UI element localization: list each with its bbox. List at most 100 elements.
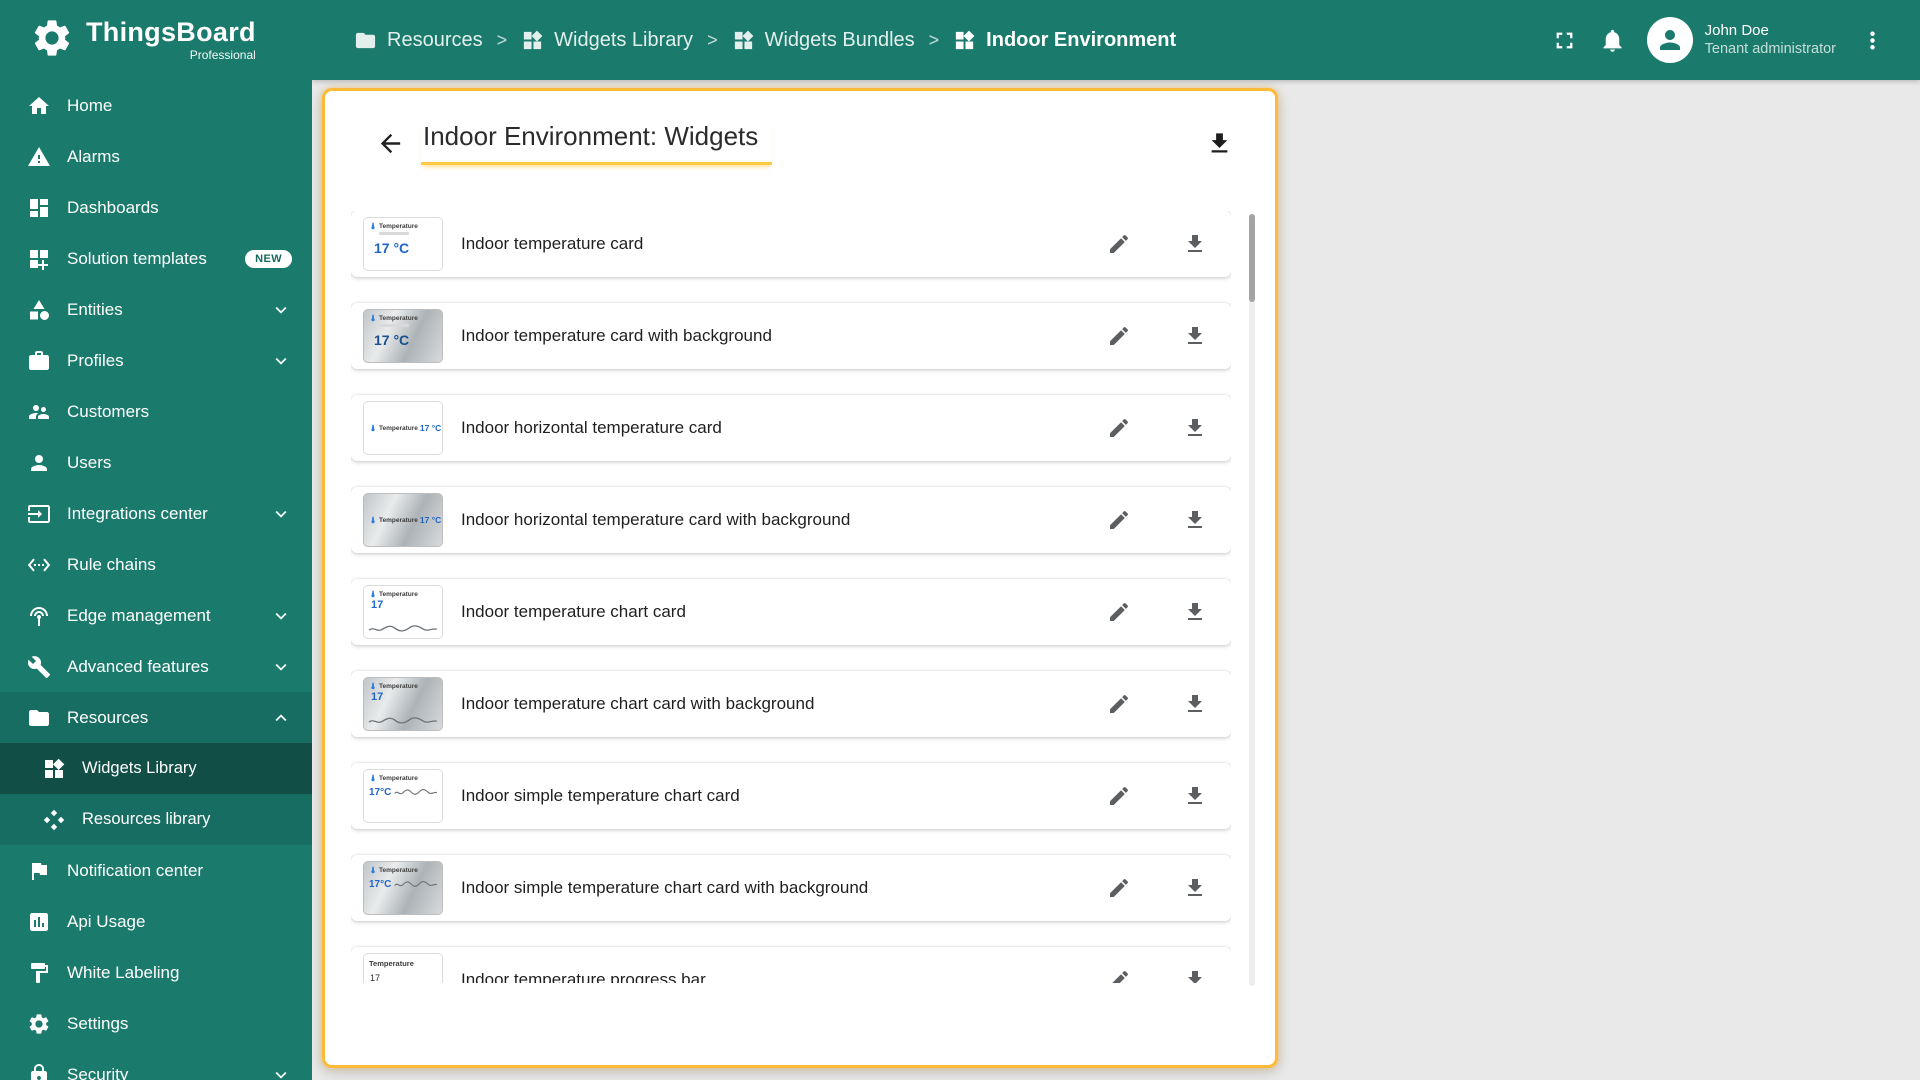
widget-row-actions [1097, 682, 1217, 726]
download-widget-button[interactable] [1173, 314, 1217, 358]
download-widget-button[interactable] [1173, 590, 1217, 634]
sidebar-item-resources[interactable]: Resources [0, 692, 312, 743]
breadcrumb: Resources > Widgets Library > Widgets Bundle… [354, 29, 1176, 52]
sidebar-item-notification-center[interactable]: Notification center [0, 845, 312, 896]
export-bundle-button[interactable] [1197, 121, 1241, 165]
sidebar-item-label: Widgets Library [82, 759, 197, 777]
widget-thumbnail: Temperature 17 °C [363, 493, 443, 547]
thumb-title: Temperature [379, 424, 418, 432]
scrollbar[interactable] [1249, 214, 1255, 986]
api-usage-icon [30, 912, 48, 931]
breadcrumb-item-indoor-environment[interactable]: Indoor Environment [953, 29, 1176, 52]
sidebar-item-api-usage[interactable]: Api Usage [0, 896, 312, 947]
avatar[interactable] [1646, 17, 1693, 63]
widget-name: Indoor temperature chart card with backg… [461, 694, 815, 713]
users-icon [31, 454, 47, 471]
download-widget-button[interactable] [1173, 774, 1217, 818]
sidebar-item-customers[interactable]: Customers [0, 386, 312, 437]
edit-widget-button[interactable] [1097, 222, 1141, 266]
edit-widget-button[interactable] [1097, 958, 1141, 983]
widget-row[interactable]: Temperature 17 Indoor temperature chart ca… [351, 579, 1231, 645]
sidebar-item-users[interactable]: Users [0, 437, 312, 488]
chevron-down-icon [275, 1071, 287, 1079]
more-menu-button[interactable] [1848, 16, 1896, 64]
back-button[interactable] [369, 122, 411, 164]
sidebar-item-label: Rule chains [67, 554, 156, 574]
sidebar-item-home[interactable]: Home [0, 80, 312, 131]
sidebar-item-label: Solution templates [67, 248, 207, 268]
sidebar-item-widgets-library[interactable]: Widgets Library [0, 743, 312, 794]
user-info[interactable]: John Doe Tenant administrator [1705, 21, 1836, 59]
widget-row[interactable]: Temperature 17°C Indoor simple temperature… [351, 855, 1231, 921]
thermometer-icon [371, 222, 375, 230]
widget-row[interactable]: Temperature 17 Indoor temperature progress… [351, 947, 1231, 983]
download-widget-button[interactable] [1173, 498, 1217, 542]
sidebar-item-label: Users [67, 452, 112, 472]
edit-widget-button[interactable] [1097, 774, 1141, 818]
sidebar-item-alarms[interactable]: Alarms [0, 131, 312, 182]
sidebar-item-white-labeling[interactable]: White Labeling [0, 947, 312, 998]
edit-widget-button[interactable] [1097, 590, 1141, 634]
sidebar-item-entities[interactable]: Entities [0, 284, 312, 335]
breadcrumb-label: Widgets Bundles [764, 28, 915, 51]
download-widget-button[interactable] [1173, 958, 1217, 983]
sidebar-item-label: Dashboards [67, 197, 159, 217]
download-widget-button[interactable] [1173, 866, 1217, 910]
edit-icon [1110, 510, 1129, 529]
widget-row[interactable]: Temperature 17°C Indoor simple temperature… [351, 763, 1231, 829]
sidebar-item-label: Notification center [67, 860, 204, 880]
sidebar-item-resources-library[interactable]: Resources library [0, 794, 312, 845]
thumb-title: Temperature [379, 774, 418, 782]
mini-chart-line [394, 788, 438, 795]
sidebar-item-solution-templates[interactable]: Solution templates NEW [0, 233, 312, 284]
breadcrumb-item-resources[interactable]: Resources [354, 29, 483, 52]
app-logo[interactable]: ThingsBoard Professional [0, 0, 312, 80]
thumb-header: Temperature [364, 678, 442, 690]
edit-widget-button[interactable] [1097, 498, 1141, 542]
sidebar-item-rule-chains[interactable]: Rule chains [0, 539, 312, 590]
main-column: Resources > Widgets Library > Widgets Bundle… [312, 0, 1920, 1080]
sidebar-item-dashboards[interactable]: Dashboards [0, 182, 312, 233]
panel-title: Indoor Environment: Widgets [421, 121, 773, 165]
sidebar-item-profiles[interactable]: Profiles [0, 335, 312, 386]
widget-row[interactable]: Temperature 17 Indoor temperature chart ca… [351, 671, 1231, 737]
thermometer-icon [371, 682, 375, 690]
download-widget-button[interactable] [1173, 406, 1217, 450]
widget-row[interactable]: Temperature 17 °C Indoor horizontal temper… [351, 395, 1231, 461]
thumb-title: Temperature [379, 682, 418, 690]
download-widget-button[interactable] [1173, 682, 1217, 726]
widget-name: Indoor temperature progress bar [461, 970, 706, 983]
breadcrumb-item-widgets-library[interactable]: Widgets Library [521, 29, 693, 52]
widget-thumbnail: Temperature 17 [363, 953, 443, 983]
notifications-button[interactable] [1589, 16, 1637, 64]
edit-widget-button[interactable] [1097, 406, 1141, 450]
sidebar-item-integrations-center[interactable]: Integrations center [0, 488, 312, 539]
thumb-value: 17 [370, 973, 381, 983]
chevron-down-icon [275, 510, 287, 518]
widget-row[interactable]: Temperature 17 °C Indoor horizontal temper… [351, 487, 1231, 553]
download-icon [1211, 132, 1227, 152]
widget-row[interactable]: Temperature 17 °C Indoor temperature card … [351, 303, 1231, 369]
fullscreen-button[interactable] [1541, 16, 1589, 64]
thumb-value: 17 °C [419, 515, 442, 525]
widget-row-actions [1097, 590, 1217, 634]
thumb-title: Temperature [379, 314, 418, 322]
thingsboard-logo-icon [30, 16, 74, 65]
widget-row[interactable]: Temperature 17 °C Indoor temperature card [351, 211, 1231, 277]
widget-thumbnail: Temperature 17 °C [363, 217, 443, 271]
folder-icon [29, 709, 49, 726]
sidebar-item-advanced-features[interactable]: Advanced features [0, 641, 312, 692]
sidebar-item-settings[interactable]: Settings [0, 998, 312, 1049]
breadcrumb-separator: > [928, 29, 940, 50]
sidebar-item-security[interactable]: Security [0, 1049, 312, 1080]
edit-widget-button[interactable] [1097, 682, 1141, 726]
download-widget-button[interactable] [1173, 222, 1217, 266]
widgets-icon [734, 30, 753, 49]
scrollbar-thumb[interactable] [1249, 214, 1255, 302]
breadcrumb-item-widgets-bundles[interactable]: Widgets Bundles [732, 29, 915, 52]
edge-icon [30, 606, 48, 626]
sidebar-item-edge-management[interactable]: Edge management [0, 590, 312, 641]
edit-widget-button[interactable] [1097, 866, 1141, 910]
edit-icon [1110, 694, 1129, 713]
edit-widget-button[interactable] [1097, 314, 1141, 358]
